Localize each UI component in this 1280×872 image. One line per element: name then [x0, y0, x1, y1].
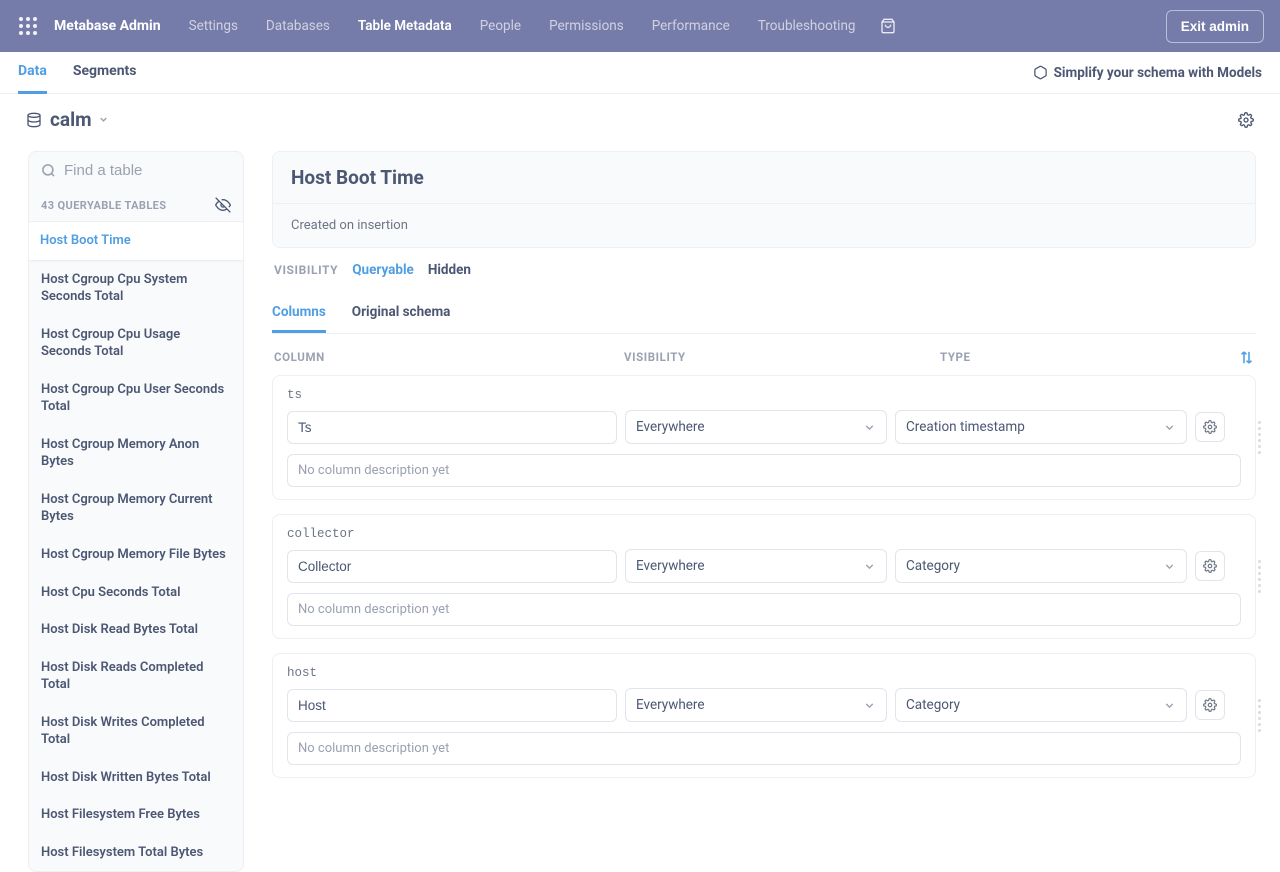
brand-title: Metabase Admin [54, 18, 161, 34]
table-list-item[interactable]: Host Cgroup Cpu User Seconds Total [29, 371, 243, 426]
nav-settings[interactable]: Settings [189, 18, 238, 34]
field-card: collector EverywhereCategory No column des… [272, 514, 1256, 639]
table-list-sidebar: 43 QUERYABLE TABLES Host Boot TimeHost C… [28, 151, 244, 872]
model-icon [1033, 65, 1048, 80]
search-icon [41, 163, 56, 178]
table-description[interactable]: Created on insertion [273, 203, 1255, 247]
field-settings-gear-icon[interactable] [1195, 412, 1225, 442]
tab-data[interactable]: Data [18, 52, 47, 94]
drag-handle-icon[interactable] [1258, 674, 1266, 757]
header-column: COLUMN [274, 350, 624, 365]
table-list-item[interactable]: Host Cpu Seconds Total [29, 574, 243, 612]
table-detail-content: Host Boot Time Created on insertion VISI… [272, 151, 1256, 792]
table-search-input[interactable] [64, 162, 231, 179]
tab-segments[interactable]: Segments [73, 52, 137, 94]
field-display-name-input[interactable] [287, 550, 617, 583]
database-settings-gear-icon[interactable] [1238, 112, 1254, 128]
database-name[interactable]: calm [50, 108, 92, 131]
chevron-down-icon [1163, 421, 1176, 434]
queryable-tables-count: 43 QUERYABLE TABLES [41, 199, 166, 212]
table-list-item[interactable]: Host Cgroup Memory Anon Bytes [29, 426, 243, 481]
chevron-down-icon [1163, 560, 1176, 573]
table-list-item[interactable]: Host Filesystem Total Bytes [29, 834, 243, 872]
table-list-item[interactable]: Host Disk Written Bytes Total [29, 759, 243, 797]
header-visibility: VISIBILITY [624, 350, 940, 365]
field-settings-gear-icon[interactable] [1195, 551, 1225, 581]
field-card: host EverywhereCategory No column descript… [272, 653, 1256, 778]
chevron-down-icon [863, 421, 876, 434]
field-visibility-select[interactable]: Everywhere [625, 688, 887, 722]
table-list-item[interactable]: Host Disk Reads Completed Total [29, 649, 243, 704]
eye-off-icon[interactable] [215, 197, 231, 213]
table-list-item[interactable]: Host Disk Read Bytes Total [29, 611, 243, 649]
admin-topbar: Metabase Admin Settings Databases Table … [0, 0, 1280, 52]
chevron-down-icon [863, 560, 876, 573]
field-visibility-select[interactable]: Everywhere [625, 410, 887, 444]
field-raw-name: ts [287, 388, 1241, 402]
table-list-item[interactable]: Host Filesystem Free Bytes [29, 796, 243, 834]
table-title: Host Boot Time [291, 166, 1237, 189]
field-description-input[interactable]: No column description yet [287, 732, 1241, 765]
field-type-select[interactable]: Category [895, 688, 1187, 722]
subnav: Data Segments Simplify your schema with … [0, 52, 1280, 94]
field-type-select[interactable]: Creation timestamp [895, 410, 1187, 444]
table-list-item[interactable]: Host Cgroup Memory File Bytes [29, 536, 243, 574]
store-icon[interactable] [880, 18, 896, 34]
nav-databases[interactable]: Databases [266, 18, 330, 34]
chevron-down-icon [1163, 699, 1176, 712]
simplify-models-label: Simplify your schema with Models [1054, 65, 1262, 81]
nav-permissions[interactable]: Permissions [549, 18, 624, 34]
nav-troubleshooting[interactable]: Troubleshooting [758, 18, 856, 34]
nav-people[interactable]: People [480, 18, 521, 34]
field-visibility-select[interactable]: Everywhere [625, 549, 887, 583]
visibility-queryable-option[interactable]: Queryable [352, 262, 414, 278]
table-list-item[interactable]: Host Cgroup Memory Current Bytes [29, 481, 243, 536]
subtab-columns[interactable]: Columns [272, 294, 326, 333]
nav-table-metadata[interactable]: Table Metadata [358, 18, 452, 34]
field-card: ts EverywhereCreation timestamp No column … [272, 375, 1256, 500]
database-icon [26, 112, 42, 128]
table-header: Host Boot Time Created on insertion [272, 151, 1256, 248]
table-list-item[interactable]: Host Disk Writes Completed Total [29, 704, 243, 759]
exit-admin-button[interactable]: Exit admin [1166, 10, 1264, 43]
field-raw-name: host [287, 666, 1241, 680]
field-settings-gear-icon[interactable] [1195, 690, 1225, 720]
field-type-select[interactable]: Category [895, 549, 1187, 583]
field-description-input[interactable]: No column description yet [287, 454, 1241, 487]
table-list-item[interactable]: Host Cgroup Cpu Usage Seconds Total [29, 316, 243, 371]
drag-handle-icon[interactable] [1258, 535, 1266, 618]
drag-handle-icon[interactable] [1258, 396, 1266, 479]
visibility-hidden-option[interactable]: Hidden [428, 262, 471, 278]
field-display-name-input[interactable] [287, 411, 617, 444]
simplify-models-link[interactable]: Simplify your schema with Models [1033, 65, 1262, 81]
field-description-input[interactable]: No column description yet [287, 593, 1241, 626]
header-type: TYPE [940, 350, 1239, 365]
chevron-down-icon [863, 699, 876, 712]
subtab-original-schema[interactable]: Original schema [352, 294, 451, 333]
table-list-item[interactable]: Host Cgroup Cpu System Seconds Total [29, 261, 243, 316]
table-list-item[interactable]: Host Boot Time [28, 221, 244, 261]
nav-performance[interactable]: Performance [652, 18, 730, 34]
sort-icon[interactable] [1239, 350, 1254, 365]
chevron-down-icon[interactable] [98, 114, 109, 125]
database-row: calm [0, 94, 1280, 139]
visibility-label: VISIBILITY [274, 263, 338, 277]
metabase-logo-icon [16, 14, 40, 38]
field-display-name-input[interactable] [287, 689, 617, 722]
field-raw-name: collector [287, 527, 1241, 541]
